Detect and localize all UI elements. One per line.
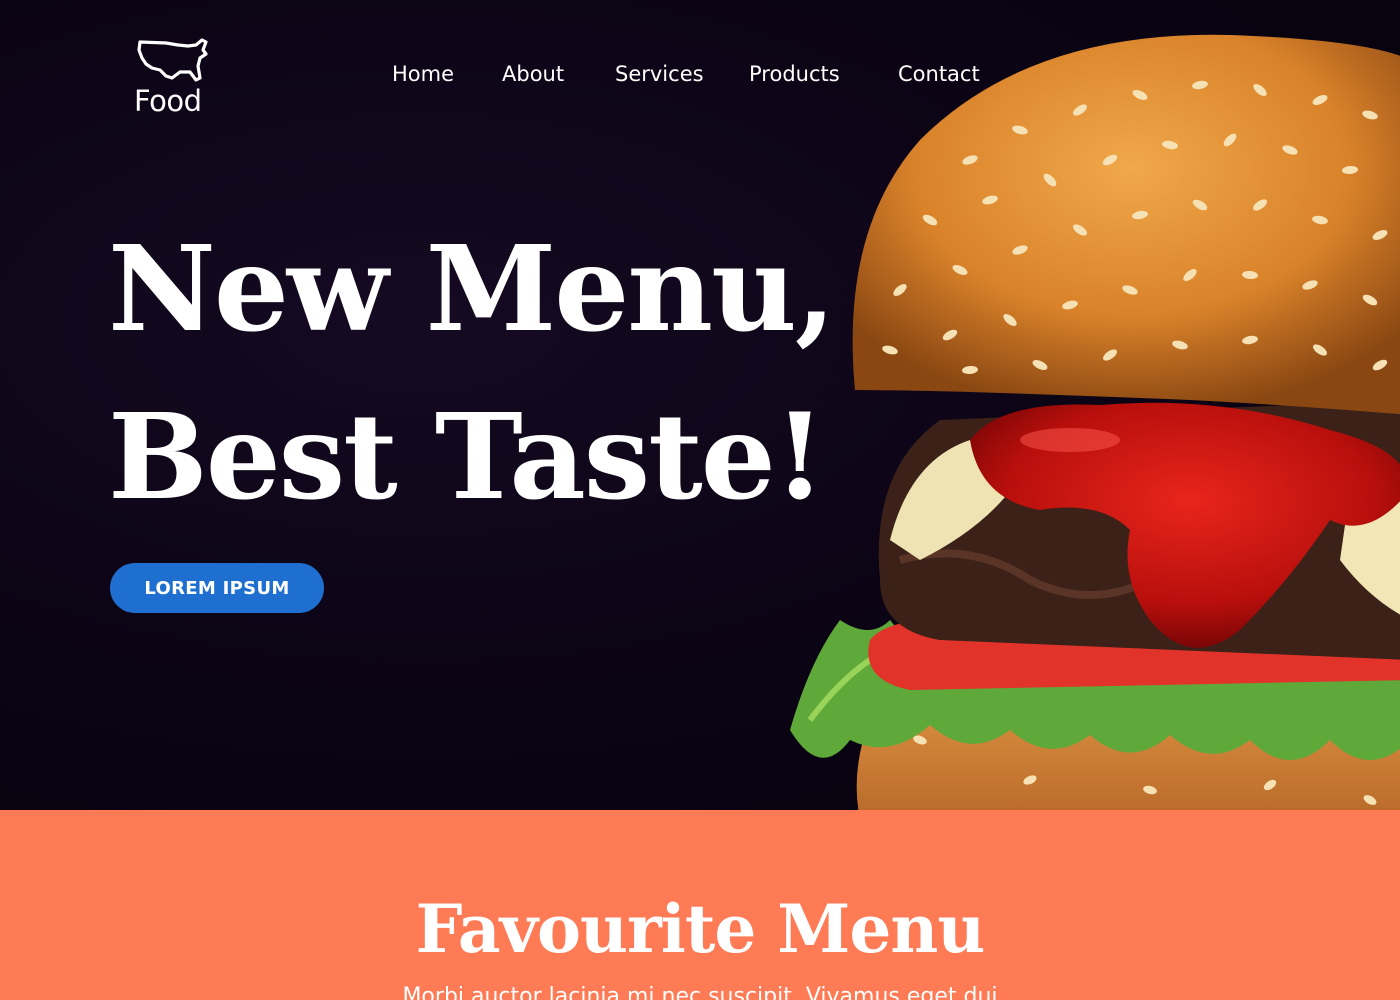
section-description: Morbi auctor lacinia mi nec suscipit. Vi…: [402, 984, 998, 1000]
headline-line-2: Best Taste!: [108, 387, 826, 526]
nav-services[interactable]: Services: [615, 62, 704, 86]
logo-text: Food: [134, 84, 202, 118]
cta-button[interactable]: LOREM IPSUM: [110, 563, 324, 613]
favourite-menu-section: Favourite Menu Morbi auctor lacinia mi n…: [0, 810, 1400, 1000]
hero-section: Food Home About Services Products Contac…: [0, 0, 1400, 810]
headline-line-1: New Menu,: [108, 219, 836, 358]
hero-headline: New Menu, Best Taste!: [108, 205, 836, 541]
section-title: Favourite Menu: [415, 890, 986, 968]
usa-map-icon: [137, 38, 208, 82]
nav-home[interactable]: Home: [392, 62, 454, 86]
burger-image: [790, 34, 1400, 810]
nav-about[interactable]: About: [502, 62, 564, 86]
logo[interactable]: Food: [132, 36, 214, 118]
